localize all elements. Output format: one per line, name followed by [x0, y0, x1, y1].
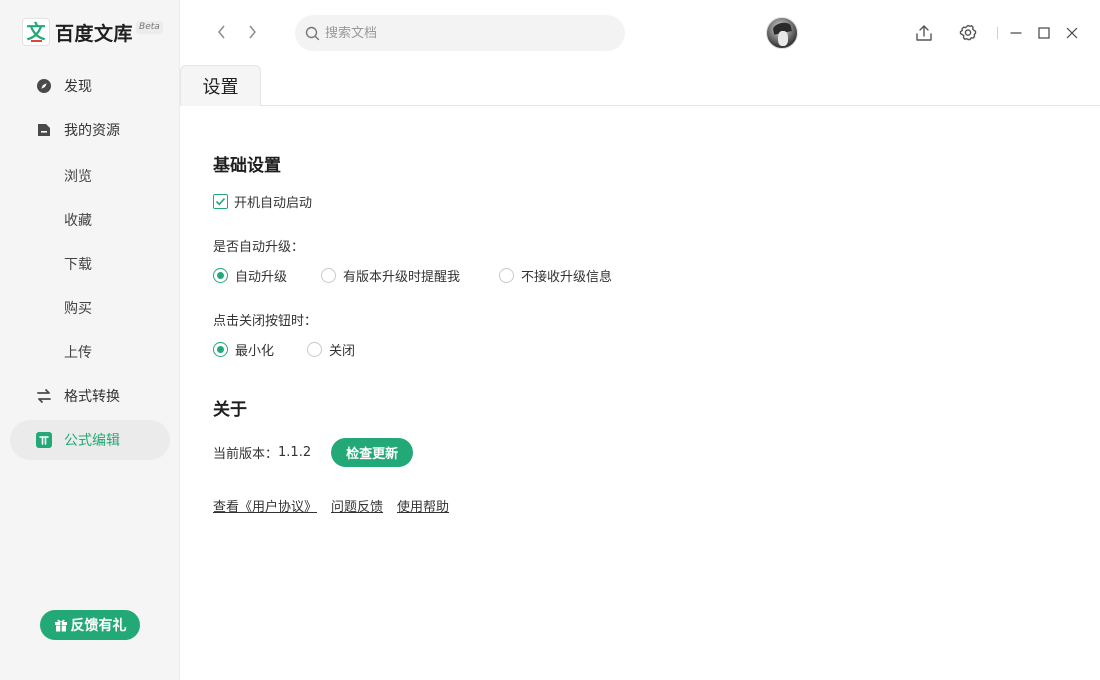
app-logo[interactable]: 文 百度文库 Beta [22, 18, 163, 46]
compass-icon [36, 78, 52, 94]
section-title-basic: 基础设置 [213, 156, 281, 176]
sidebar-subitem-browse[interactable]: 浏览 [10, 154, 170, 198]
about-links: 查看《用户协议》 问题反馈 使用帮助 [213, 496, 463, 515]
version-label: 当前版本： [213, 447, 279, 462]
upgrade-options: 自动升级 有版本升级时提醒我 不接收升级信息 [213, 266, 612, 285]
logo-icon: 文 [22, 18, 50, 46]
sidebar-item-label: 我的资源 [64, 123, 120, 139]
forward-arrow-icon[interactable] [242, 22, 262, 42]
app-window: 文 百度文库 Beta 发现 我的资源 浏览 收藏 下载 购买 上传 格式转换 … [0, 0, 1100, 680]
maximize-icon[interactable] [1034, 23, 1054, 43]
sidebar-item-label: 公式编辑 [64, 433, 120, 449]
sidebar-item-label: 发现 [64, 79, 92, 95]
radio-remind-upgrade[interactable] [321, 268, 336, 283]
upgrade-question-label: 是否自动升级： [213, 240, 305, 255]
beta-badge: Beta [136, 20, 163, 34]
minimize-icon[interactable] [1006, 23, 1026, 43]
sidebar-subitem-favorites[interactable]: 收藏 [10, 198, 170, 242]
sidebar-item-label: 格式转换 [64, 389, 120, 405]
radio-minimize[interactable] [213, 342, 228, 357]
checkmark-icon [215, 197, 226, 206]
feedback-label: 反馈有礼 [70, 617, 127, 633]
app-name: 百度文库 [55, 22, 134, 45]
option-label: 最小化 [235, 344, 275, 359]
feedback-link[interactable]: 问题反馈 [331, 496, 383, 515]
upgrade-option-remind[interactable]: 有版本升级时提醒我 [321, 266, 499, 285]
help-link[interactable]: 使用帮助 [397, 496, 449, 515]
close-icon[interactable] [1062, 23, 1082, 43]
back-arrow-icon[interactable] [212, 22, 232, 42]
sidebar-item-formula-edit[interactable]: 公式编辑 [10, 420, 170, 460]
main-area: 设置 基础设置 开机自动启动 是否自动升级： 自动升级 有版本升级时提醒我 [180, 0, 1100, 680]
close-option-exit[interactable]: 关闭 [307, 340, 355, 359]
sidebar-item-format-convert[interactable]: 格式转换 [10, 376, 170, 416]
version-value: 1.1.2 [278, 445, 312, 460]
radio-no-upgrade[interactable] [499, 268, 514, 283]
close-behavior-label: 点击关闭按钮时： [213, 314, 318, 329]
tab-bar: 设置 [180, 65, 1100, 106]
sidebar-subitem-purchases[interactable]: 购买 [10, 286, 170, 330]
upgrade-option-auto[interactable]: 自动升级 [213, 266, 321, 285]
user-avatar[interactable] [766, 17, 798, 49]
option-label: 不接收升级信息 [521, 270, 613, 285]
folder-icon [36, 122, 52, 138]
autostart-label: 开机自动启动 [234, 196, 313, 211]
upload-icon[interactable] [914, 23, 934, 43]
radio-close[interactable] [307, 342, 322, 357]
gift-icon [54, 618, 68, 632]
version-row: 当前版本： 1.1.2 检查更新 [213, 438, 414, 467]
feedback-gift-button[interactable]: 反馈有礼 [40, 610, 140, 640]
autostart-checkbox[interactable] [213, 194, 228, 209]
option-label: 自动升级 [235, 270, 288, 285]
sidebar-item-my-resources[interactable]: 我的资源 [10, 110, 170, 150]
sidebar-item-discover[interactable]: 发现 [10, 66, 170, 106]
toolbar-divider [997, 27, 998, 39]
logo-glyph: 文 [26, 20, 46, 43]
sidebar-nav: 发现 我的资源 浏览 收藏 下载 购买 上传 格式转换 公式编辑 [10, 66, 170, 464]
option-label: 关闭 [329, 344, 356, 359]
upgrade-option-none[interactable]: 不接收升级信息 [499, 266, 612, 285]
search-icon [305, 26, 320, 41]
top-bar [180, 0, 1100, 66]
swap-arrows-icon [36, 388, 52, 404]
radio-auto-upgrade[interactable] [213, 268, 228, 283]
search-input[interactable] [325, 25, 605, 41]
autostart-row[interactable]: 开机自动启动 [213, 192, 312, 211]
check-update-button[interactable]: 检查更新 [331, 438, 414, 467]
sidebar: 文 百度文库 Beta 发现 我的资源 浏览 收藏 下载 购买 上传 格式转换 … [0, 0, 180, 680]
option-label: 有版本升级时提醒我 [343, 270, 461, 285]
close-option-minimize[interactable]: 最小化 [213, 340, 307, 359]
search-box[interactable] [295, 15, 625, 51]
pi-icon [36, 432, 52, 448]
section-title-about: 关于 [213, 400, 247, 420]
tab-settings[interactable]: 设置 [180, 65, 261, 106]
gear-icon[interactable] [958, 23, 978, 43]
sidebar-subitem-uploads[interactable]: 上传 [10, 330, 170, 374]
close-options: 最小化 关闭 [213, 340, 355, 359]
user-agreement-link[interactable]: 查看《用户协议》 [213, 496, 317, 515]
sidebar-subitem-downloads[interactable]: 下载 [10, 242, 170, 286]
